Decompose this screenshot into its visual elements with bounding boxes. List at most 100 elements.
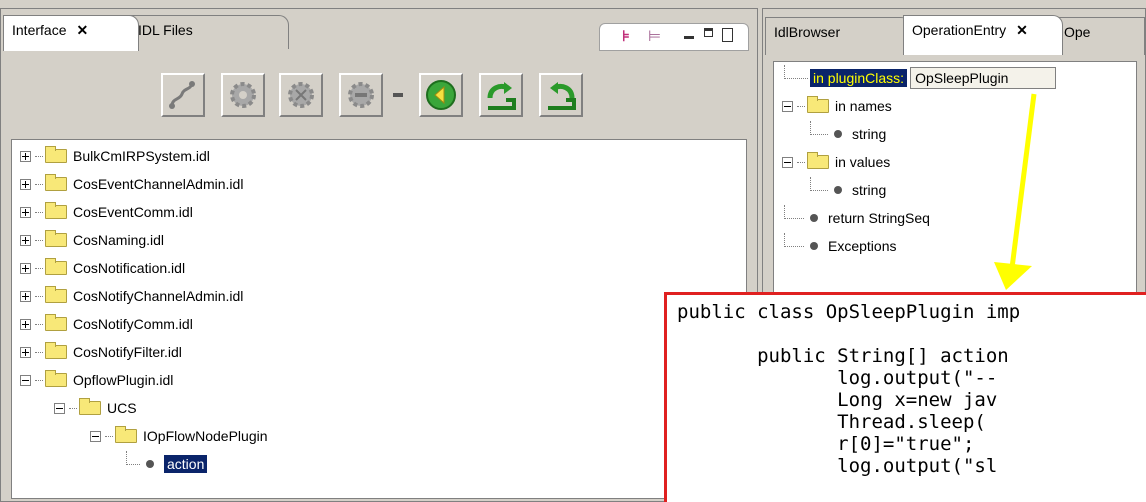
tree-item-label: CosNaming.idl: [73, 232, 165, 248]
parameter-icon: [834, 186, 842, 194]
tree-item[interactable]: CosNotification.idl: [20, 254, 185, 282]
tree-item-label: string: [852, 126, 887, 142]
refresh-button[interactable]: [479, 73, 523, 117]
connect-icon: [169, 81, 195, 109]
folder-icon: [45, 342, 67, 359]
view-toolbar: ⊧ ⊨: [599, 23, 749, 51]
collapse-icon[interactable]: [54, 402, 65, 414]
tree-item-label: OpflowPlugin.idl: [73, 372, 174, 388]
expand-icon[interactable]: [20, 262, 31, 274]
tree-item[interactable]: Exceptions: [784, 232, 896, 260]
tree-item-label: CosNotification.idl: [73, 260, 186, 276]
close-icon[interactable]: ✕: [1016, 22, 1028, 38]
parameter-icon: [834, 130, 842, 138]
tree-item[interactable]: CosNotifyFilter.idl: [20, 338, 182, 366]
tab-operationentry[interactable]: OperationEntry ✕: [903, 15, 1063, 55]
tree-item-label: Exceptions: [828, 238, 897, 254]
gear-button[interactable]: [221, 73, 265, 117]
code-line: Thread.sleep(: [677, 411, 986, 433]
code-listing: public class OpSleepPlugin imp public St…: [667, 295, 1146, 477]
gear-add-button[interactable]: [279, 73, 323, 117]
tab-ope[interactable]: Ope: [1055, 17, 1145, 55]
tree-item[interactable]: in names: [782, 92, 892, 120]
action-toolbar: [1, 53, 757, 137]
tree-item-label: in names: [835, 98, 892, 114]
tree-item-label: CosEventComm.idl: [73, 204, 193, 220]
plugin-class-field[interactable]: OpSleepPlugin: [910, 67, 1057, 89]
return-icon: [810, 214, 818, 222]
tab-idlbrowser-label: IdlBrowser: [774, 24, 841, 40]
code-line: r[0]="true";: [677, 433, 975, 455]
gear-remove-button[interactable]: [339, 73, 383, 117]
tree-item[interactable]: string: [810, 176, 886, 204]
idl-tree: BulkCmIRPSystem.idl CosEventChannelAdmin…: [11, 139, 747, 499]
expand-icon[interactable]: [20, 318, 31, 330]
tree-item-label: CosNotifyComm.idl: [73, 316, 193, 332]
tab-interface-label: Interface: [12, 22, 67, 38]
restore-icon[interactable]: [722, 28, 733, 42]
tree-item[interactable]: action: [126, 450, 208, 478]
exception-icon: [810, 242, 818, 250]
folder-icon: [45, 258, 67, 275]
play-icon: [426, 80, 456, 110]
collapse-icon[interactable]: [782, 100, 793, 112]
code-line: Long x=new jav: [677, 389, 998, 411]
tree-item[interactable]: CosNaming.idl: [20, 226, 164, 254]
tree-item[interactable]: CosEventChannelAdmin.idl: [20, 170, 243, 198]
expand-icon[interactable]: [20, 178, 31, 190]
tree-item[interactable]: return StringSeq: [784, 204, 930, 232]
toolbar-separator: [393, 93, 403, 97]
tree-item[interactable]: IOpFlowNodePlugin: [90, 422, 268, 450]
operation-icon: [146, 460, 154, 468]
tree-item[interactable]: CosNotifyComm.idl: [20, 310, 193, 338]
tab-interface[interactable]: Interface ✕: [3, 15, 139, 51]
tree-item-label: in values: [835, 154, 891, 170]
gear-add-icon: [288, 82, 314, 108]
play-button[interactable]: [419, 73, 463, 117]
tab-operationentry-label: OperationEntry: [912, 22, 1007, 38]
gear-icon: [230, 82, 256, 108]
tree-item[interactable]: CosNotifyChannelAdmin.idl: [20, 282, 243, 310]
tree-item[interactable]: string: [810, 120, 886, 148]
folder-icon: [115, 426, 137, 443]
hierarchy-icon[interactable]: ⊧: [622, 27, 638, 45]
expand-icon[interactable]: [20, 206, 31, 218]
tree-item-label: string: [852, 182, 887, 198]
minimize-icon[interactable]: [684, 36, 694, 39]
code-line: log.output("--: [677, 367, 998, 389]
maximize-icon[interactable]: [704, 28, 713, 37]
tree-item-label: BulkCmIRPSystem.idl: [73, 148, 210, 164]
plugin-class-row: in pluginClass: OpSleepPlugin: [784, 64, 1057, 92]
code-line: public String[] action: [677, 345, 1009, 367]
tree-item[interactable]: UCS: [54, 394, 137, 422]
interface-view: Interface ✕ IDL Files ⊧ ⊨ BulkCmIRPSyste…: [0, 8, 758, 502]
close-icon[interactable]: ✕: [76, 22, 88, 38]
folder-icon: [79, 398, 101, 415]
expand-icon[interactable]: [20, 234, 31, 246]
connect-button[interactable]: [161, 73, 205, 117]
expand-icon[interactable]: [20, 346, 31, 358]
tree-item-label: CosNotifyFilter.idl: [73, 344, 182, 360]
collapse-icon[interactable]: [20, 374, 31, 386]
tree-item[interactable]: BulkCmIRPSystem.idl: [20, 142, 210, 170]
collapse-icon[interactable]: [90, 430, 101, 442]
collapse-icon[interactable]: [782, 156, 793, 168]
tree-view-icon[interactable]: ⊨: [648, 27, 664, 45]
tab-idl-files[interactable]: IDL Files: [129, 15, 289, 49]
expand-icon[interactable]: [20, 150, 31, 162]
folder-icon: [45, 174, 67, 191]
tab-ope-label: Ope: [1064, 24, 1091, 40]
folder-icon: [807, 96, 829, 113]
expand-icon[interactable]: [20, 290, 31, 302]
code-line: public class OpSleepPlugin imp: [677, 301, 1021, 323]
folder-icon: [45, 146, 67, 163]
tree-item[interactable]: OpflowPlugin.idl: [20, 366, 173, 394]
tree-item[interactable]: in values: [782, 148, 890, 176]
tab-idl-files-label: IDL Files: [138, 22, 193, 38]
reload-button[interactable]: [539, 73, 583, 117]
folder-icon: [807, 152, 829, 169]
tree-item[interactable]: CosEventComm.idl: [20, 198, 193, 226]
tree-item-label: CosEventChannelAdmin.idl: [73, 176, 244, 192]
tab-idlbrowser[interactable]: IdlBrowser: [765, 17, 911, 55]
code-callout: public class OpSleepPlugin imp public St…: [664, 292, 1146, 502]
